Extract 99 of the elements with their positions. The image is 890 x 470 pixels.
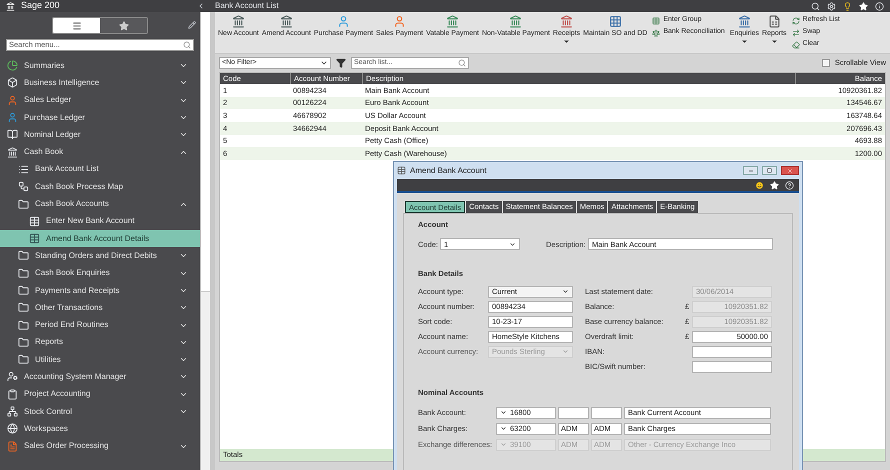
scales-icon xyxy=(652,28,660,36)
page-title: Bank Account List xyxy=(215,0,280,12)
info-icon[interactable] xyxy=(875,2,884,10)
input-field[interactable] xyxy=(692,346,772,358)
sidebar-item[interactable]: Payments and Receipts xyxy=(0,282,200,300)
person-icon xyxy=(7,112,18,124)
sidebar-item[interactable]: Workspaces xyxy=(0,420,200,438)
person-icon xyxy=(393,15,406,28)
form-icon xyxy=(29,216,40,227)
refresh-icon xyxy=(792,16,800,24)
folder-icon xyxy=(18,336,29,348)
settings-icon[interactable] xyxy=(827,2,836,10)
sidebar-item[interactable]: Stock Control xyxy=(0,402,200,420)
star-icon[interactable] xyxy=(859,2,868,10)
grid-icon xyxy=(608,15,622,28)
minimize-icon xyxy=(748,168,754,174)
input-field[interactable] xyxy=(591,406,622,419)
star-icon xyxy=(118,20,128,30)
sidebar-item[interactable]: Sales Order Processing xyxy=(0,438,200,455)
folder-icon xyxy=(18,354,29,366)
menu-view-button[interactable] xyxy=(53,18,100,33)
chevron-down-icon xyxy=(562,348,569,355)
app-title: Sage 200 xyxy=(21,0,61,12)
window-icon xyxy=(397,166,406,175)
input-field[interactable] xyxy=(558,406,589,419)
star-icon[interactable] xyxy=(770,180,779,190)
form-icon xyxy=(29,233,40,244)
sidebar-item[interactable]: Purchase Ledger xyxy=(0,108,200,126)
sidebar-item[interactable]: Bank Account List xyxy=(0,160,200,178)
chevron-down-icon xyxy=(509,240,516,248)
sidebar-item[interactable]: Accounting System Manager xyxy=(0,368,200,386)
chevron-down-icon xyxy=(320,59,328,67)
chevron-down-icon xyxy=(500,425,507,432)
clipboard-icon xyxy=(7,388,18,400)
close-icon xyxy=(787,168,793,174)
spreadsheet-icon xyxy=(768,15,781,28)
dialog-title: Amend Bank Account xyxy=(410,164,488,176)
bank-icon xyxy=(509,15,522,28)
folder-icon xyxy=(18,198,29,210)
bank-icon xyxy=(280,15,293,28)
user-gear-icon xyxy=(7,371,18,382)
cube-icon xyxy=(7,77,18,88)
folder-icon xyxy=(18,268,29,279)
lightbulb-icon[interactable] xyxy=(843,2,852,10)
folder-icon xyxy=(18,285,29,296)
table-icon xyxy=(652,16,660,24)
collapse-icon[interactable] xyxy=(197,2,205,10)
globe-icon xyxy=(7,423,18,434)
menu-icon xyxy=(72,20,82,30)
scrollbar[interactable] xyxy=(200,12,210,470)
sidebar-item[interactable]: Enter New Bank Account xyxy=(0,212,200,230)
sidebar-item[interactable]: Nominal Ledger xyxy=(0,126,200,144)
sidebar-item[interactable]: Business Intelligence xyxy=(0,74,200,92)
favourites-button[interactable] xyxy=(100,18,147,33)
bank-icon xyxy=(232,15,245,28)
input-field[interactable] xyxy=(692,360,772,372)
checkbox[interactable] xyxy=(822,59,830,67)
help-icon[interactable] xyxy=(785,180,794,190)
person-icon xyxy=(7,94,18,106)
eraser-icon xyxy=(792,40,800,48)
sidebar-item[interactable]: Cash Book Accounts xyxy=(0,195,200,213)
sidebar-item[interactable]: Sales Ledger xyxy=(0,92,200,109)
person-icon xyxy=(336,15,350,28)
chevron-down-icon[interactable] xyxy=(179,286,188,295)
chevron-down-icon xyxy=(500,441,507,448)
maximize-button[interactable] xyxy=(762,166,777,175)
sidebar-item[interactable]: Cash Book Process Map xyxy=(0,178,200,196)
bank-icon xyxy=(738,15,751,28)
folder-icon xyxy=(18,250,29,262)
folder-icon xyxy=(18,320,29,331)
home-icon[interactable] xyxy=(6,2,15,10)
document-icon xyxy=(7,440,18,452)
book-icon xyxy=(7,129,18,140)
sidebar-item[interactable]: Project Accounting xyxy=(0,386,200,403)
chevron-down-icon xyxy=(562,288,569,295)
maximize-icon xyxy=(767,168,772,173)
sidebar-item[interactable]: Period End Routines xyxy=(0,316,200,334)
sidebar-item[interactable]: Reports xyxy=(0,334,200,352)
folder-icon xyxy=(18,302,29,314)
sidebar-item[interactable]: Cash Book xyxy=(0,143,200,161)
hierarchy-icon xyxy=(7,406,18,418)
bank-icon xyxy=(446,15,460,28)
pie-chart-icon xyxy=(7,60,18,72)
edit-icon[interactable] xyxy=(188,21,196,29)
bank-icon xyxy=(7,146,18,158)
flowchart-icon xyxy=(18,181,29,192)
smiley-icon[interactable] xyxy=(755,180,764,190)
bank-icon xyxy=(560,15,574,28)
sidebar-item[interactable]: Other Transactions xyxy=(0,299,200,316)
sidebar-item[interactable]: Standing Orders and Direct Debits xyxy=(0,247,200,265)
swap-icon xyxy=(792,28,800,36)
sidebar-item[interactable]: Utilities xyxy=(0,351,200,368)
minimize-button[interactable] xyxy=(743,166,758,175)
list-icon xyxy=(18,164,29,175)
sidebar-item[interactable]: Amend Bank Account Details xyxy=(0,230,200,248)
sidebar-item[interactable]: Cash Book Enquiries xyxy=(0,264,200,282)
chevron-down-icon xyxy=(500,409,507,416)
sidebar-item[interactable]: Summaries xyxy=(0,57,200,74)
filter-icon[interactable] xyxy=(336,58,346,68)
